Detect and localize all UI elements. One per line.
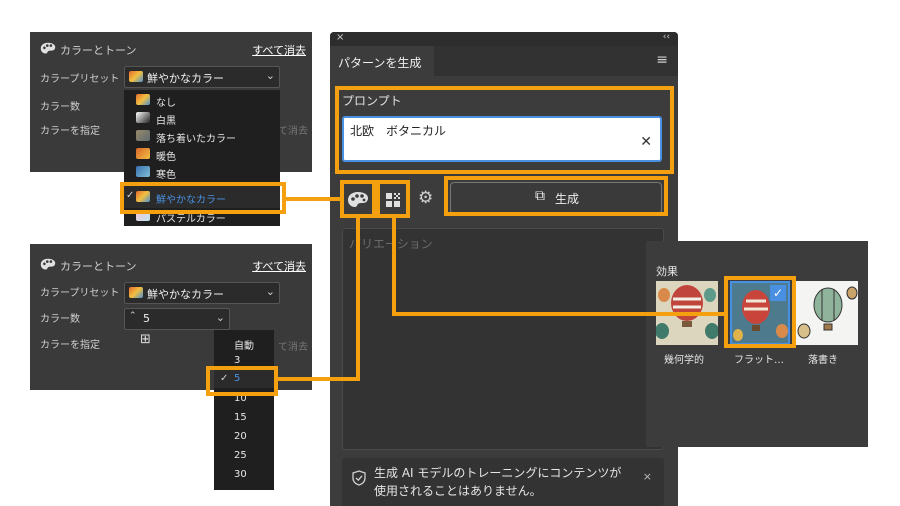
menu-icon[interactable]: ≡ (656, 52, 668, 68)
effects-title: 効果 (656, 265, 678, 278)
connector (392, 218, 396, 316)
menu-item[interactable]: 30 (214, 466, 274, 484)
connector (356, 218, 360, 380)
stepper-icon: ⌃ (129, 311, 137, 321)
connector (278, 377, 360, 381)
collapse-icon[interactable]: ‹‹ (663, 32, 670, 42)
menu-item[interactable]: 20 (214, 428, 274, 446)
variations-area: バリエーション (342, 228, 664, 450)
menu-item[interactable]: 25 (214, 447, 274, 465)
menu-item-label: 15 (234, 412, 247, 423)
menu-item-label: 30 (234, 469, 247, 480)
menu-item[interactable]: 白黒 (124, 109, 280, 127)
menu-item-label: 落ち着いたカラー (156, 134, 236, 145)
panel-titlebar (330, 32, 678, 46)
chevron-down-icon: ⌄ (215, 311, 225, 324)
clear-all-link[interactable]: すべて消去 (252, 258, 306, 274)
highlight-prompt (335, 86, 674, 174)
gear-icon[interactable]: ⚙ (418, 188, 433, 208)
notice-box: 生成 AI モデルのトレーニングにコンテンツが使用されることはありません。 × (342, 458, 664, 506)
thumbnail (136, 166, 150, 177)
ghost-clear: て消去 (278, 126, 308, 137)
menu-item[interactable]: 暖色 (124, 145, 280, 163)
close-panel-icon[interactable]: × (336, 32, 344, 43)
variations-placeholder: バリエーション (349, 237, 433, 251)
connector (286, 197, 340, 201)
menu-item[interactable]: 自動 (214, 334, 274, 352)
highlight-palette (340, 180, 376, 218)
thumbnail (136, 94, 150, 105)
clear-all-link[interactable]: すべて消去 (252, 42, 306, 58)
balloon-pattern-image (797, 286, 858, 339)
specify-label: カラーを指定 (40, 126, 100, 137)
preset-value: 鮮やかなカラー (147, 72, 224, 85)
notice-text: 生成 AI モデルのトレーニングにコンテンツが使用されることはありません。 (374, 466, 622, 498)
menu-item-label: 白黒 (156, 116, 176, 127)
menu-item-label: 20 (234, 431, 247, 442)
effect-label: 落書き (808, 355, 838, 366)
chevron-down-icon: ⌄ (265, 69, 275, 82)
menu-item[interactable]: 落ち着いたカラー (124, 127, 280, 145)
menu-item-label: 25 (234, 450, 247, 461)
menu-item[interactable]: 15 (214, 409, 274, 427)
preset-value: 鮮やかなカラー (147, 288, 224, 301)
panel-header: カラーとトーン (60, 44, 137, 57)
effect-label: フラット… (734, 355, 784, 366)
count-menu: 自動 3 ✓ 5 10 15 20 25 30 (214, 330, 274, 490)
highlight-generate (444, 176, 668, 216)
menu-item-label: 自動 (234, 341, 254, 352)
thumbnail (136, 112, 150, 123)
highlight-count-selected (206, 366, 278, 396)
palette-icon (40, 42, 56, 54)
close-notice-icon[interactable]: × (643, 470, 652, 483)
thumbnail (136, 130, 150, 141)
specify-label: カラーを指定 (40, 340, 100, 351)
menu-item-label: 3 (234, 355, 241, 366)
preset-thumbnail (129, 287, 143, 298)
chevron-down-icon: ⌄ (265, 285, 275, 298)
count-select[interactable]: ⌃ 5 ⌄ (124, 308, 230, 330)
count-label: カラー数 (40, 102, 80, 113)
highlight-effect-flat (724, 276, 796, 348)
menu-item-label: 寒色 (156, 170, 176, 181)
preset-label: カラープリセット (40, 288, 120, 299)
highlight-preset-selected (120, 182, 286, 214)
menu-item[interactable]: 寒色 (124, 163, 280, 181)
connector (392, 312, 724, 316)
thumbnail (136, 148, 150, 159)
ghost-clear: て消去 (278, 342, 308, 353)
menu-item-label: 暖色 (156, 152, 176, 163)
preset-select[interactable]: 鮮やかなカラー ⌄ (124, 66, 280, 88)
add-color-plus-icon[interactable]: ⊞ (140, 332, 151, 347)
palette-icon (40, 258, 56, 270)
preset-thumbnail (129, 71, 143, 82)
menu-item[interactable]: なし (124, 91, 280, 109)
count-value: 5 (143, 312, 150, 325)
preset-label: カラープリセット (40, 74, 120, 85)
tab-label: パターンを生成 (338, 56, 422, 70)
tab-generate-pattern[interactable]: パターンを生成 (330, 46, 434, 76)
highlight-pattern-type (376, 180, 410, 218)
effect-doodle-thumb[interactable] (796, 281, 858, 345)
panel-header: カラーとトーン (60, 260, 137, 273)
preset-select[interactable]: 鮮やかなカラー ⌄ (124, 282, 280, 304)
count-label: カラー数 (40, 314, 80, 325)
menu-item-label: なし (156, 98, 176, 109)
shield-icon (352, 470, 366, 486)
effect-label: 幾何学的 (664, 355, 704, 366)
